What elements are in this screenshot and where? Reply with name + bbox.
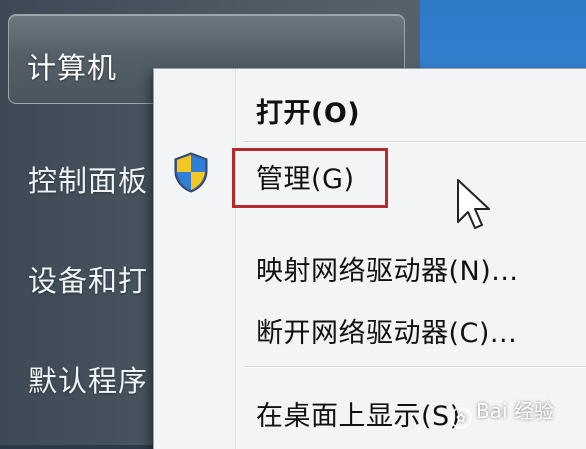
- menu-separator: [244, 141, 586, 143]
- menu-item-show-on-desktop[interactable]: 在桌面上显示(S): [256, 394, 461, 433]
- menu-separator: [244, 366, 586, 368]
- mouse-cursor-icon: [457, 179, 490, 229]
- menu-item-disconnect-network-drive[interactable]: 断开网络驱动器(C)...: [256, 311, 517, 350]
- menu-icon-gutter: [235, 69, 237, 449]
- start-item-devices-printers[interactable]: 设备和打: [28, 258, 148, 300]
- start-item-control-panel[interactable]: 控制面板: [28, 158, 148, 200]
- menu-item-open[interactable]: 打开(O): [256, 91, 360, 130]
- start-item-computer-label: 计算机: [27, 51, 118, 85]
- context-menu: 打开(O) 管理(G) 映射网络驱动器(N)... 断开网络驱动器(C)... …: [153, 68, 586, 449]
- watermark: ✿ Bai 经验: [450, 395, 554, 429]
- watermark-text: Bai 经验: [476, 399, 554, 423]
- menu-item-map-network-drive[interactable]: 映射网络驱动器(N)...: [256, 249, 519, 288]
- baidu-paw-icon: ✿: [450, 407, 472, 429]
- manage-highlight-box: [232, 148, 388, 208]
- uac-shield-icon: [174, 152, 208, 193]
- start-item-default-programs[interactable]: 默认程序: [28, 358, 148, 400]
